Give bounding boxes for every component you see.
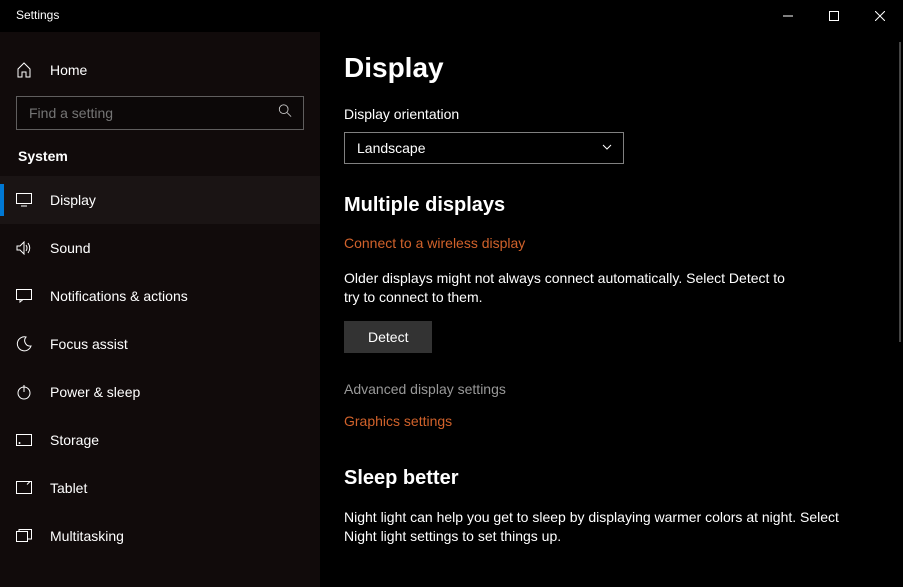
sidebar-item-label: Tablet: [50, 480, 87, 496]
tablet-icon: [16, 481, 32, 495]
scrollbar[interactable]: [899, 42, 901, 342]
wireless-display-link[interactable]: Connect to a wireless display: [344, 235, 863, 251]
sidebar-item-label: Display: [50, 192, 96, 208]
sidebar-item-notifications[interactable]: Notifications & actions: [0, 272, 320, 320]
detect-button[interactable]: Detect: [344, 321, 432, 353]
titlebar: Settings: [0, 0, 903, 32]
home-label: Home: [50, 62, 87, 78]
dropdown-value: Landscape: [357, 140, 426, 156]
home-icon: [16, 62, 32, 78]
sidebar-item-label: Power & sleep: [50, 384, 140, 400]
sidebar-item-label: Sound: [50, 240, 90, 256]
sidebar-item-label: Storage: [50, 432, 99, 448]
storage-icon: [16, 434, 32, 446]
sidebar-item-power-sleep[interactable]: Power & sleep: [0, 368, 320, 416]
sidebar-item-sound[interactable]: Sound: [0, 224, 320, 272]
content-pane: Display Display orientation Landscape Mu…: [320, 32, 903, 587]
close-button[interactable]: [857, 0, 903, 32]
display-icon: [16, 193, 32, 207]
multiple-displays-heading: Multiple displays: [344, 194, 863, 217]
detect-description: Older displays might not always connect …: [344, 269, 804, 307]
window-controls: [765, 0, 903, 32]
sidebar-item-multitasking[interactable]: Multitasking: [0, 512, 320, 560]
sidebar: Home System Display Sound Notifications …: [0, 32, 320, 587]
minimize-button[interactable]: [765, 0, 811, 32]
notify-icon: [16, 289, 32, 303]
power-icon: [16, 384, 32, 400]
chevron-down-icon: [601, 140, 613, 156]
graphics-settings-link[interactable]: Graphics settings: [344, 413, 863, 429]
sound-icon: [16, 241, 32, 255]
sidebar-section-heading: System: [0, 148, 320, 176]
orientation-dropdown[interactable]: Landscape: [344, 132, 624, 164]
search-container: [16, 96, 304, 130]
orientation-label: Display orientation: [344, 106, 863, 122]
sidebar-nav: Display Sound Notifications & actions Fo…: [0, 176, 320, 560]
sidebar-item-label: Multitasking: [50, 528, 124, 544]
moon-icon: [16, 336, 32, 352]
search-input[interactable]: [16, 96, 304, 130]
sidebar-item-tablet[interactable]: Tablet: [0, 464, 320, 512]
sidebar-item-focus-assist[interactable]: Focus assist: [0, 320, 320, 368]
page-title: Display: [344, 52, 863, 84]
sidebar-item-storage[interactable]: Storage: [0, 416, 320, 464]
advanced-display-link[interactable]: Advanced display settings: [344, 381, 863, 397]
app-title: Settings: [0, 0, 59, 22]
sleep-description: Night light can help you get to sleep by…: [344, 508, 863, 546]
multitask-icon: [16, 529, 32, 543]
sleep-better-heading: Sleep better: [344, 467, 863, 490]
sidebar-item-label: Notifications & actions: [50, 288, 188, 304]
sidebar-item-label: Focus assist: [50, 336, 128, 352]
sidebar-item-display[interactable]: Display: [0, 176, 320, 224]
maximize-button[interactable]: [811, 0, 857, 32]
search-icon: [278, 104, 292, 123]
home-button[interactable]: Home: [0, 52, 320, 88]
